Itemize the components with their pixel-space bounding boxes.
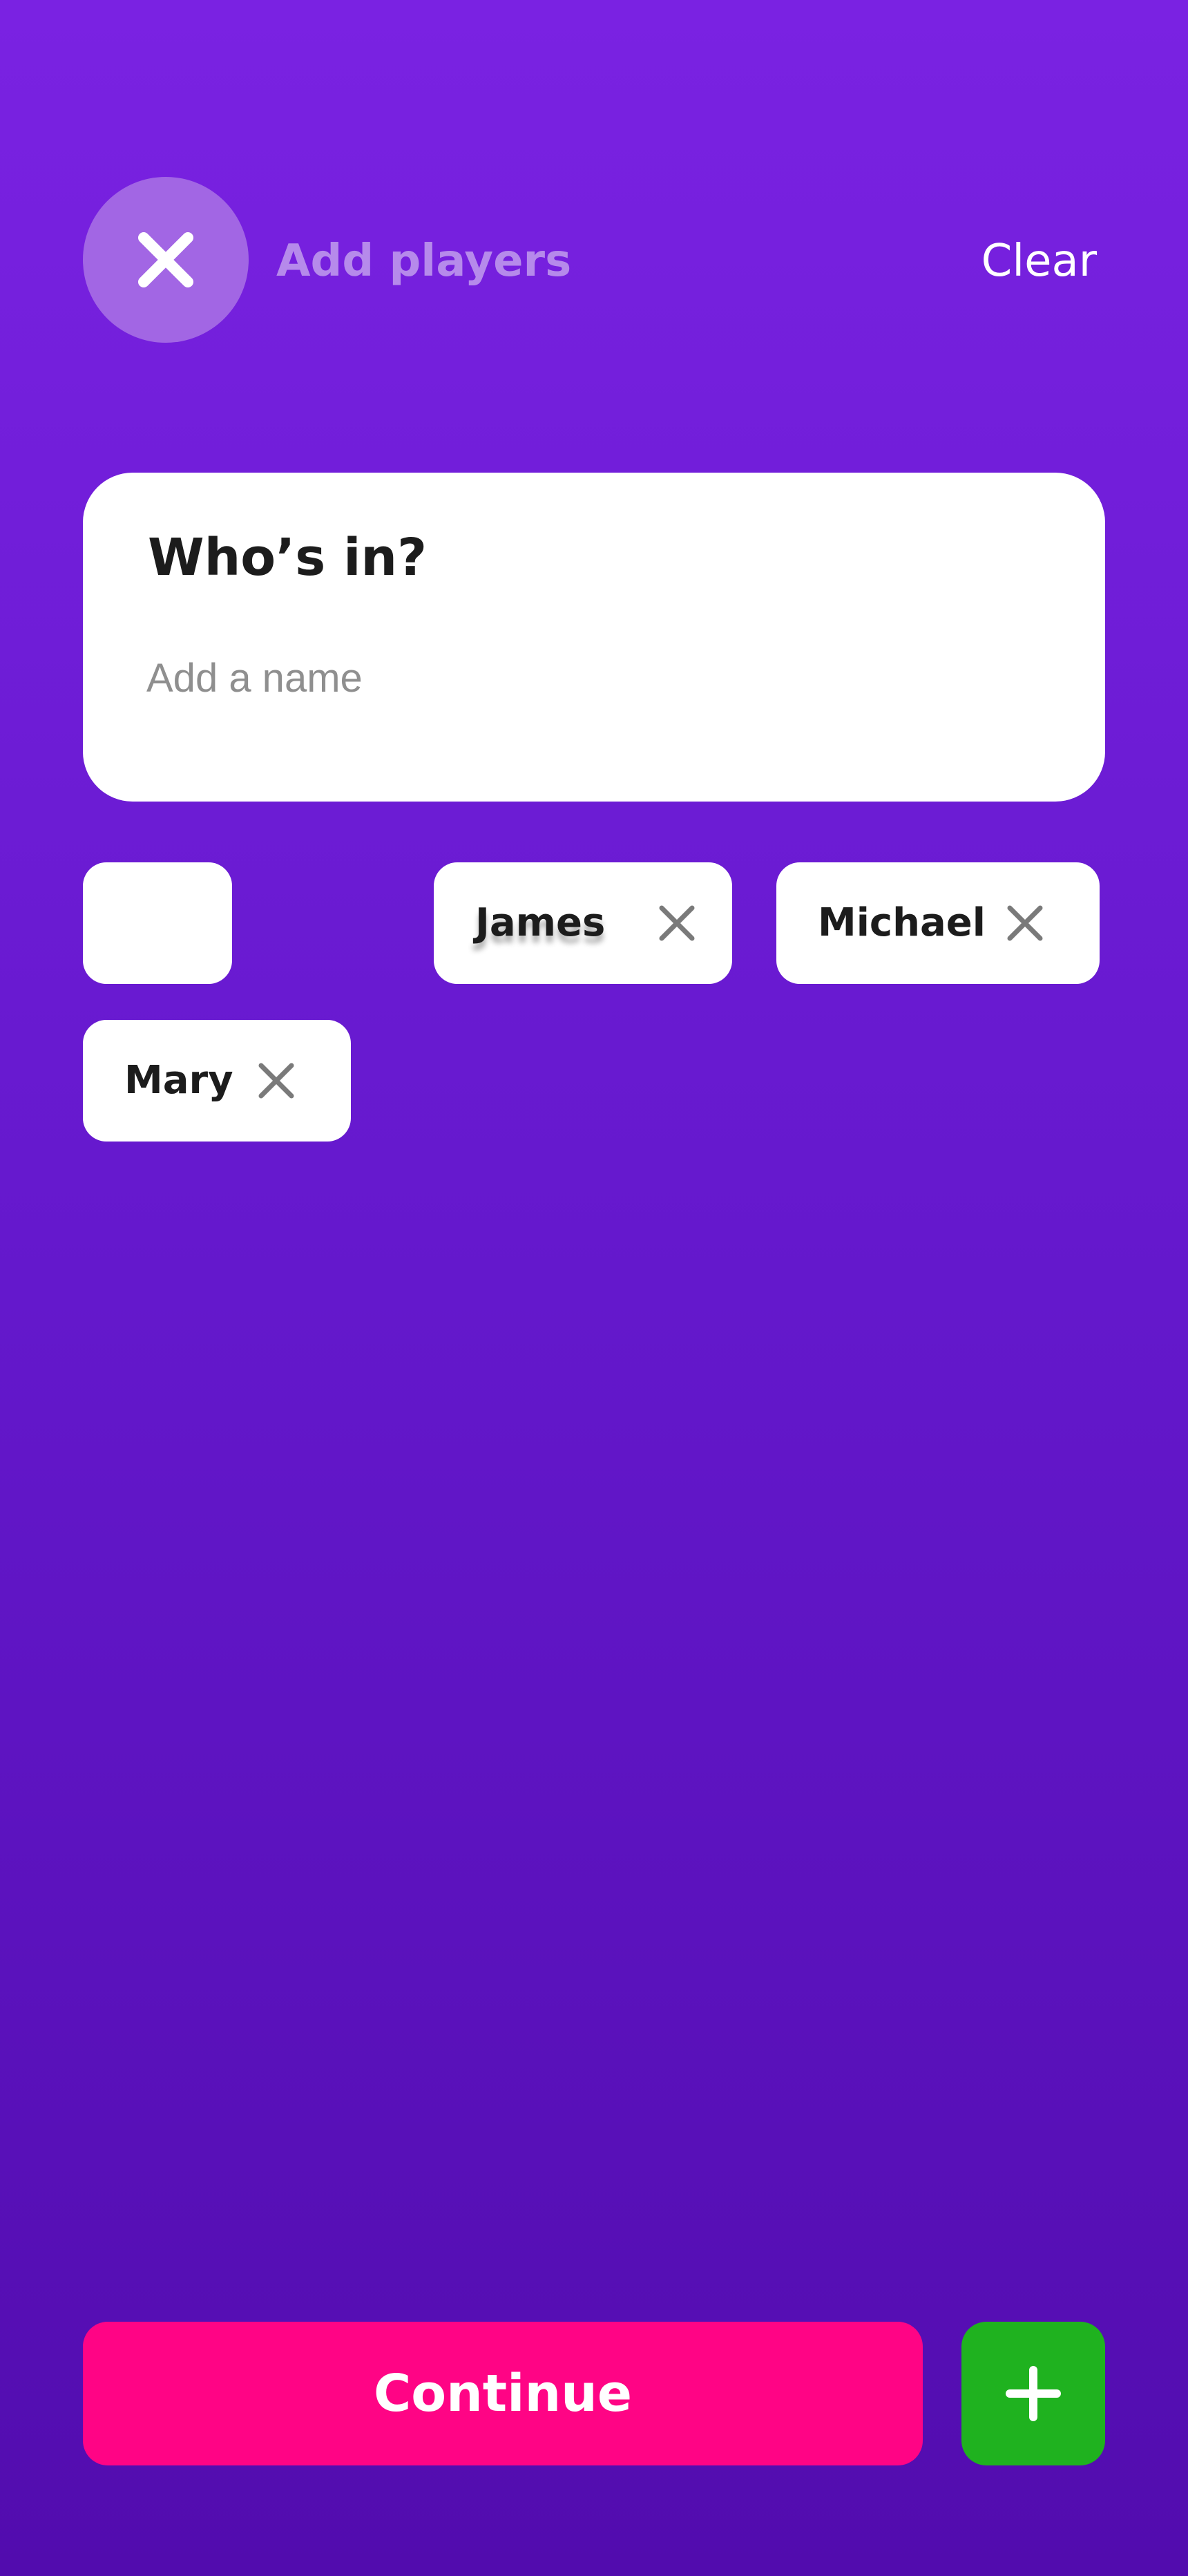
close-icon — [659, 905, 695, 941]
card-heading: Who’s in? — [148, 528, 428, 587]
close-icon — [138, 232, 193, 287]
name-entry-card: Who’s in? — [83, 473, 1105, 802]
close-button[interactable] — [83, 177, 249, 343]
clear-button[interactable]: Clear — [981, 231, 1097, 292]
player-chip-label: Michael — [818, 900, 986, 945]
player-chip[interactable]: James — [434, 862, 732, 984]
player-chip-label: James — [475, 900, 606, 945]
plus-icon — [1006, 2366, 1061, 2421]
remove-player-button[interactable] — [1004, 902, 1046, 944]
player-chip[interactable]: Mary — [83, 1020, 351, 1142]
add-player-button[interactable] — [961, 2322, 1105, 2465]
player-chip-empty[interactable] — [83, 862, 232, 984]
remove-player-button[interactable] — [256, 1060, 297, 1101]
player-chip-label: Mary — [124, 1058, 233, 1103]
player-chip[interactable]: Michael — [776, 862, 1100, 984]
close-icon — [258, 1063, 294, 1099]
page-title: Add players — [276, 236, 572, 287]
name-input[interactable] — [146, 647, 1031, 709]
close-icon — [1007, 905, 1043, 941]
remove-player-button[interactable] — [656, 902, 698, 944]
continue-button[interactable]: Continue — [83, 2322, 923, 2465]
